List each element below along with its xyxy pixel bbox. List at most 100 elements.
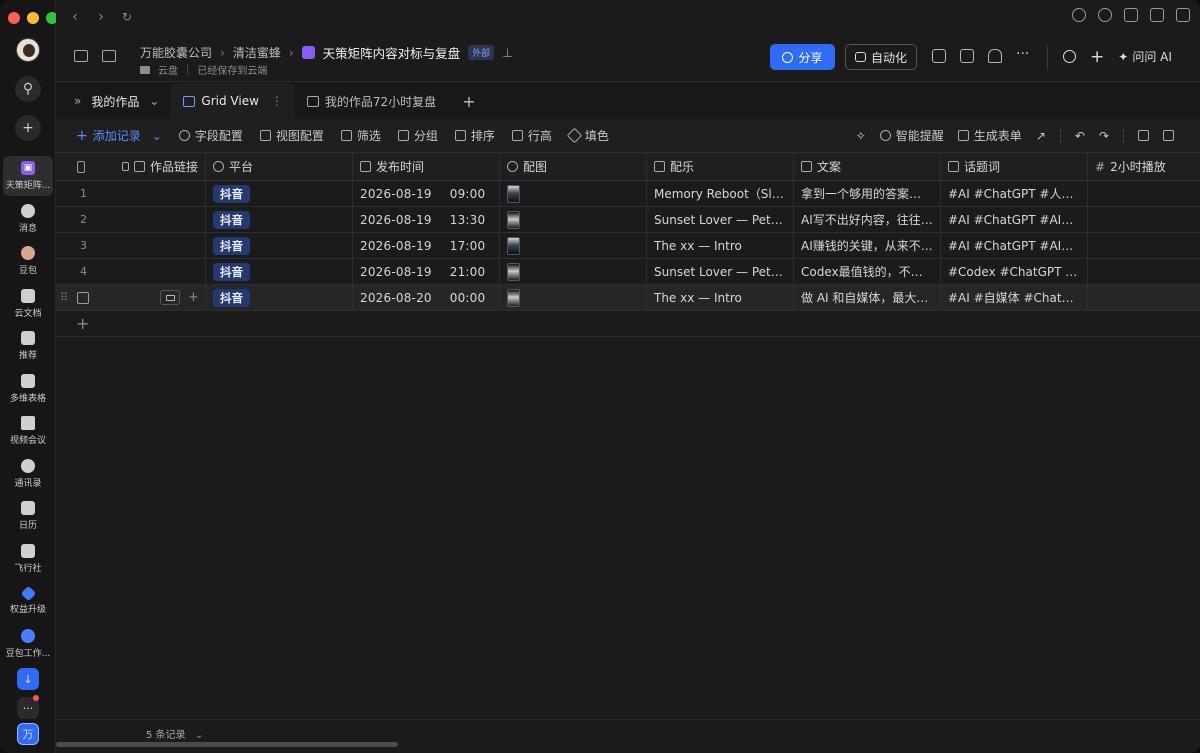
table-row[interactable]: 4 抖音 2026-08-19 21:00 Sunset Lover — Peti… (56, 259, 1200, 285)
doc-title[interactable]: 天策矩阵内容对标与复盘 (323, 43, 461, 62)
cell-link[interactable]: 1 (56, 181, 206, 206)
cell-music[interactable]: Sunset Lover — Petit Biscuit (647, 207, 794, 232)
rail-item-cloud-docs[interactable]: 云文档 (3, 284, 53, 324)
image-thumbnail[interactable] (507, 262, 520, 281)
image-thumbnail[interactable] (507, 288, 520, 307)
image-thumbnail[interactable] (507, 210, 520, 229)
cell-2h-plays[interactable] (1088, 207, 1200, 232)
horizontal-scrollbar[interactable] (56, 742, 398, 747)
add-icon[interactable]: + (15, 115, 41, 141)
cell-topics[interactable]: #AI #自媒体 #ChatGPT (941, 285, 1088, 310)
bell-icon[interactable] (988, 49, 1002, 63)
ai-sparkle-button[interactable]: ✧ (856, 129, 866, 143)
add-icon[interactable]: + (1090, 48, 1104, 65)
table-row[interactable]: 1 抖音 2026-08-1909:00 Memory Reboot（Slowe… (56, 181, 1200, 207)
tab-menu-icon[interactable]: ⋮ (271, 94, 283, 108)
header-cell-image[interactable]: 配图 (500, 153, 647, 180)
workspace-tab[interactable]: » 我的作品 ⌄ (56, 83, 171, 119)
location-label[interactable]: 云盘 (158, 62, 178, 77)
expand-icon[interactable]: » (74, 94, 81, 108)
search-icon[interactable]: ⚲ (15, 76, 41, 102)
fill-color-button[interactable]: 填色 (566, 127, 609, 144)
expand-record-button[interactable] (160, 290, 180, 305)
cell-publish-time[interactable]: 2026-08-19 17:00 (353, 233, 500, 258)
cell-platform[interactable]: 抖音 (206, 233, 353, 258)
link-icon[interactable] (1124, 8, 1138, 22)
cell-copy[interactable]: AI写不出好内容，往往不是工具问题 (794, 207, 941, 232)
cell-link[interactable]: 3 (56, 233, 206, 258)
cell-image[interactable] (500, 233, 647, 258)
cell-copy[interactable]: 拿到一个够用的答案，就以为自己懂了 (794, 181, 941, 206)
cell-music[interactable]: Sunset Lover — Petit Biscuit (647, 259, 794, 284)
rail-item-base[interactable]: 多维表格 (3, 369, 53, 409)
header-cell-copy[interactable]: 文案 (794, 153, 941, 180)
tab-grid-view[interactable]: Grid View ⋮ (171, 83, 295, 119)
avatar[interactable] (16, 38, 40, 62)
chat-icon[interactable] (1072, 8, 1086, 22)
chevron-down-icon[interactable]: ⌄ (152, 129, 162, 143)
cell-publish-time[interactable]: 2026-08-20 00:00 (353, 285, 500, 310)
view-config-button[interactable]: 视图配置 (259, 127, 324, 144)
cell-music[interactable]: The xx — Intro (647, 285, 794, 310)
breadcrumb-item-company[interactable]: 万能胶囊公司 (140, 44, 212, 61)
cell-publish-time[interactable]: 2026-08-19 13:30 (353, 207, 500, 232)
rail-item-video[interactable]: 视频会议 (3, 411, 53, 451)
smart-remind-button[interactable]: 智能提醒 (879, 127, 944, 144)
cell-link[interactable]: 2 (56, 207, 206, 232)
record-count-dropdown[interactable]: 5 条记录 ⌄ (146, 726, 203, 741)
share-button[interactable]: 分享 (770, 44, 835, 70)
forward-icon[interactable]: › (88, 9, 114, 25)
form-icon[interactable] (932, 49, 946, 63)
add-row-button[interactable]: + (56, 311, 1200, 337)
cell-copy[interactable]: 做 AI 和自媒体，最大的坑 (794, 285, 941, 310)
rail-item-flight[interactable]: 飞行社 (3, 539, 53, 579)
comment-icon[interactable] (1163, 130, 1174, 141)
drag-handle-icon[interactable]: ⠿ (60, 291, 68, 304)
cell-link[interactable]: ⠿ + (56, 285, 206, 310)
rail-item-doubao-work[interactable]: 豆包工作... (3, 624, 53, 664)
open-external-icon[interactable] (1176, 8, 1190, 22)
cell-copy[interactable]: Codex最值钱的，不是写代码 (794, 259, 941, 284)
cell-topics[interactable]: #Codex #ChatGPT #AI (941, 259, 1088, 284)
rail-item-tiance[interactable]: ▣ 天策矩阵... (3, 156, 53, 196)
close-window-button[interactable] (8, 12, 20, 24)
add-record-button[interactable]: + 添加记录 ⌄ (76, 127, 162, 144)
workspace-switcher[interactable]: 万 (17, 723, 39, 745)
filter-button[interactable]: 筛选 (340, 127, 381, 144)
header-cell-music[interactable]: 配乐 (647, 153, 794, 180)
cell-music[interactable]: The xx — Intro (647, 233, 794, 258)
compass-icon[interactable] (1098, 8, 1112, 22)
header-cell-publish-time[interactable]: 发布时间 (353, 153, 500, 180)
group-button[interactable]: 分组 (397, 127, 438, 144)
find-icon[interactable] (1138, 130, 1149, 141)
row-height-button[interactable]: 行高 (511, 127, 552, 144)
image-thumbnail[interactable] (507, 236, 520, 255)
cell-platform[interactable]: 抖音 (206, 259, 353, 284)
pin-icon[interactable]: ⊥ (502, 46, 512, 60)
share-view-icon[interactable]: ↗ (1036, 129, 1046, 143)
undo-icon[interactable]: ↶ (1075, 129, 1085, 143)
sort-button[interactable]: 排序 (454, 127, 495, 144)
header-cell-platform[interactable]: 平台 (206, 153, 353, 180)
rail-item-contacts[interactable]: 通讯录 (3, 454, 53, 494)
forward-share-icon[interactable] (1150, 8, 1164, 22)
redo-icon[interactable]: ↷ (1099, 129, 1109, 143)
home-icon[interactable] (102, 50, 116, 62)
row-checkbox[interactable] (77, 291, 89, 304)
add-sub-record-icon[interactable]: + (188, 290, 199, 305)
rail-item-upgrade[interactable]: 权益升级 (3, 581, 53, 621)
cell-copy[interactable]: AI赚钱的关键，从来不是工具本身 (794, 233, 941, 258)
cell-music[interactable]: Memory Reboot（Slowed） (647, 181, 794, 206)
cell-2h-plays[interactable] (1088, 259, 1200, 284)
table-row[interactable]: ⠿ + 抖音 2026-08-20 00:00 The xx — Intro 做 … (56, 285, 1200, 311)
minimize-window-button[interactable] (27, 12, 39, 24)
cell-platform[interactable]: 抖音 (206, 285, 353, 310)
generate-form-button[interactable]: 生成表单 (957, 127, 1022, 144)
rail-item-messages[interactable]: 消息 (3, 199, 53, 239)
rail-item-calendar[interactable]: 日历 (3, 496, 53, 536)
cell-image[interactable] (500, 259, 647, 284)
cell-2h-plays[interactable] (1088, 181, 1200, 206)
back-icon[interactable]: ‹ (62, 9, 88, 25)
sidebar-toggle-icon[interactable] (74, 50, 88, 62)
download-icon[interactable]: ↓ (17, 668, 39, 690)
